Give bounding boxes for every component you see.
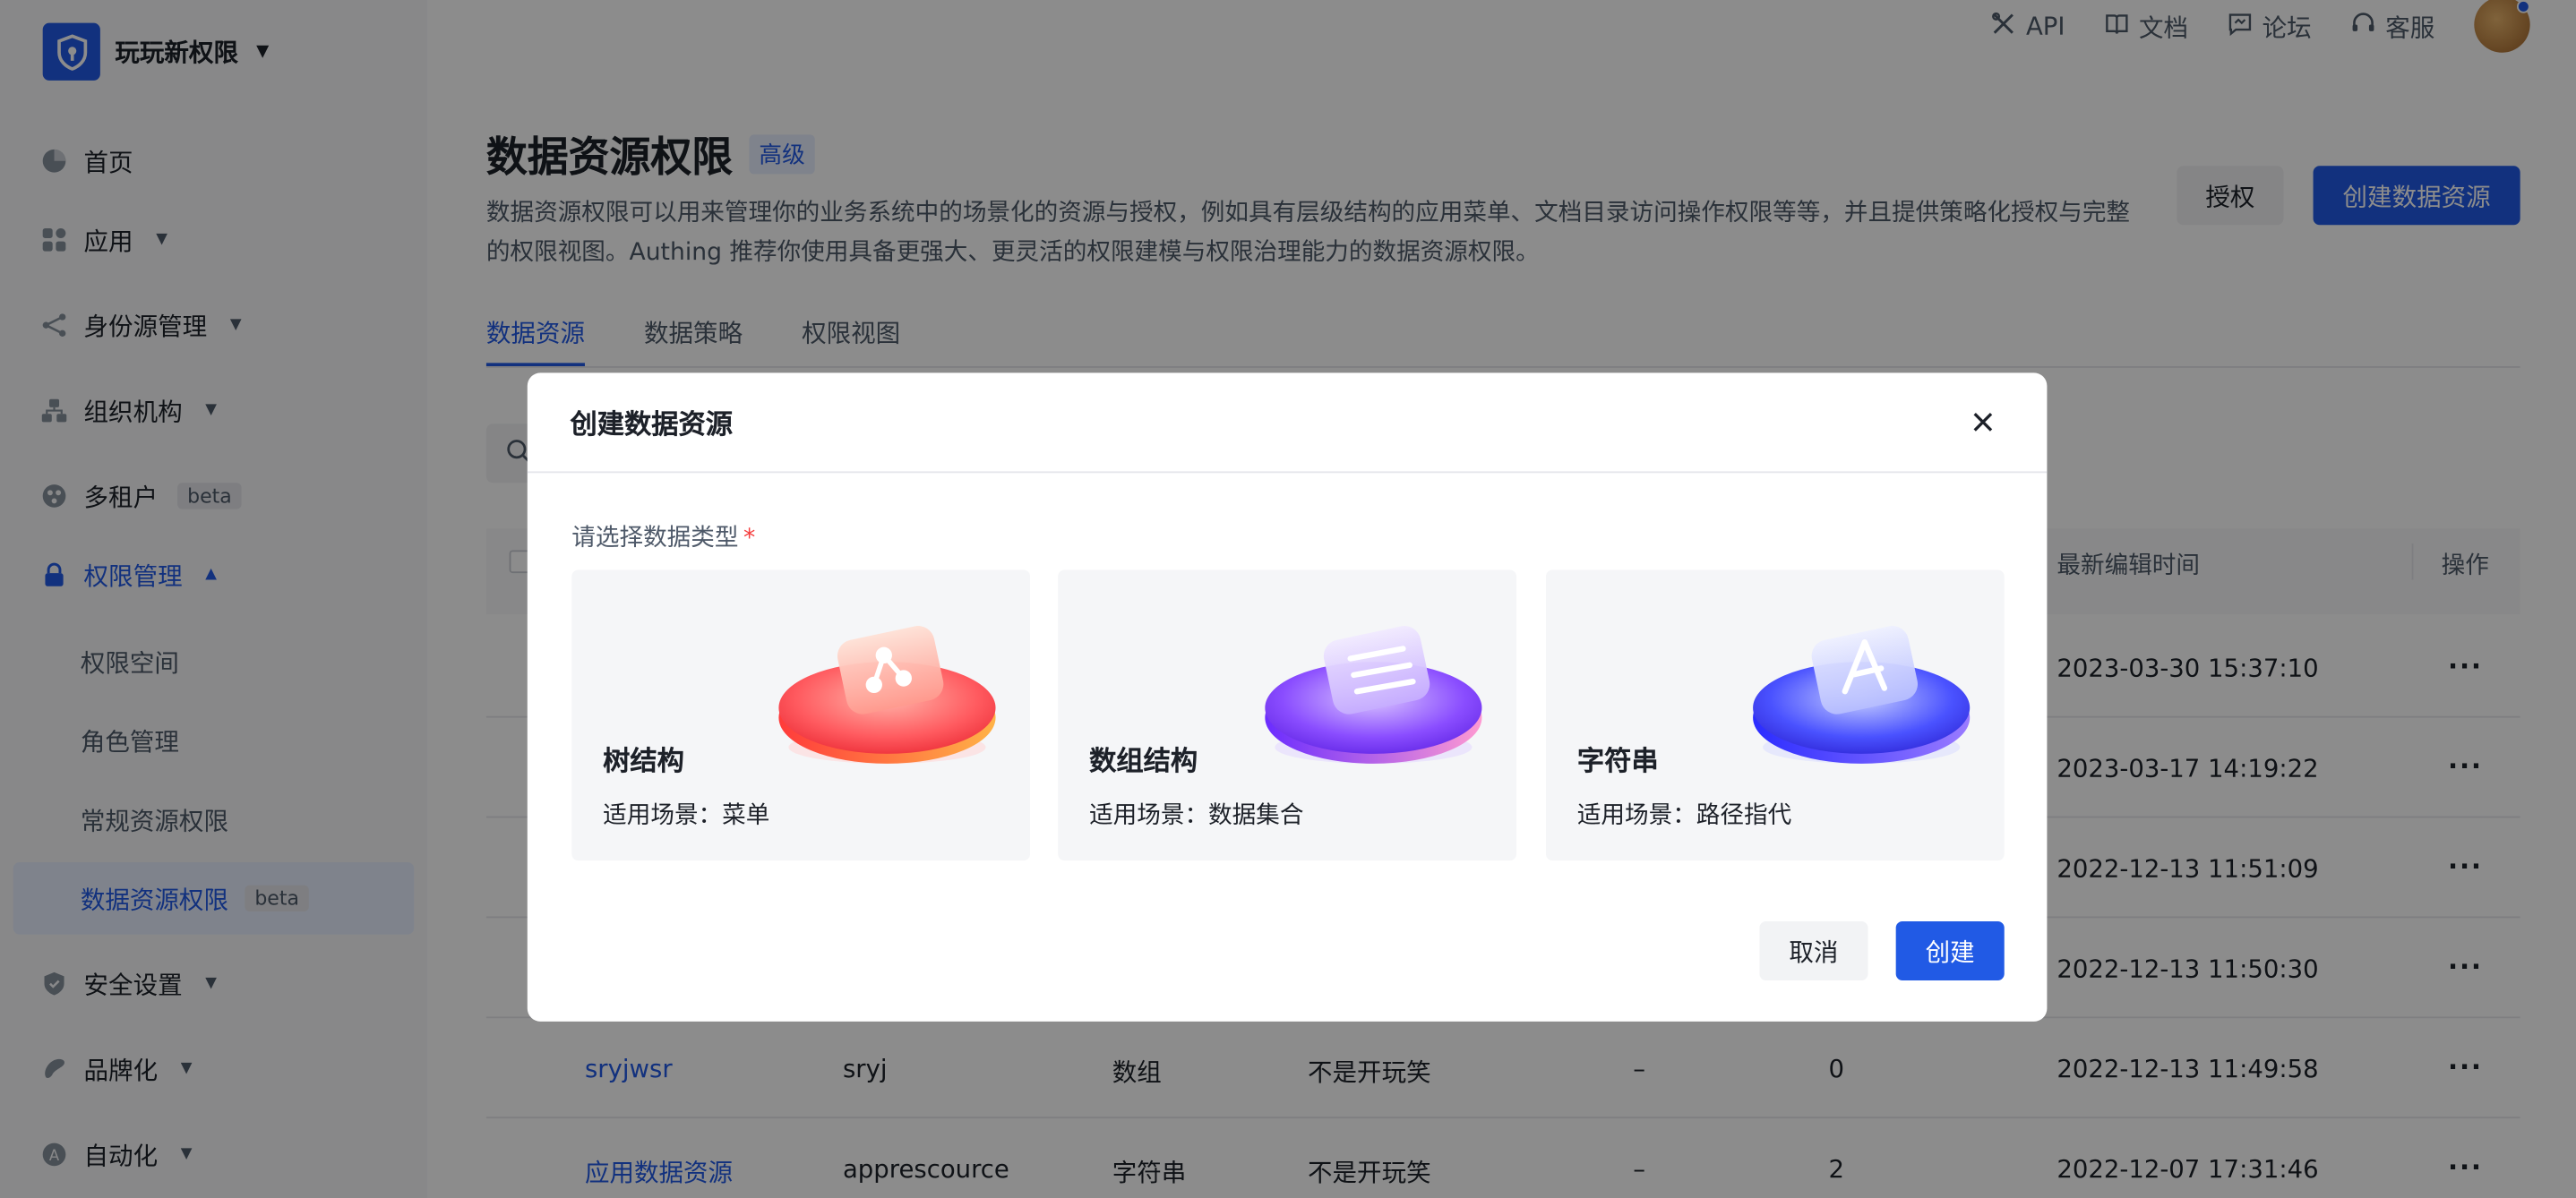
close-icon[interactable] [1967, 406, 2000, 439]
card-title: 数组结构 [1089, 745, 1198, 777]
required-mark: * [743, 525, 756, 552]
card-subtitle: 适用场景：数据集合 [1089, 802, 1304, 830]
card-subtitle: 适用场景：菜单 [603, 802, 770, 830]
type-card-tree[interactable]: 树结构 适用场景：菜单 [571, 569, 1031, 861]
create-button[interactable]: 创建 [1895, 920, 2005, 981]
cancel-button[interactable]: 取消 [1759, 920, 1868, 981]
dialog-title: 创建数据资源 [570, 408, 734, 441]
type-card-array[interactable]: 数组结构 适用场景：数据集合 [1058, 569, 1516, 861]
data-type-label: 请选择数据类型 * [571, 519, 755, 554]
type-card-string[interactable]: 字符串 适用场景：路径指代 [1545, 569, 2005, 861]
tree-structure-icon [778, 626, 996, 764]
string-icon [1753, 626, 1971, 764]
dialog-divider [527, 471, 2048, 474]
array-structure-icon [1265, 626, 1482, 764]
data-type-label-text: 请选择数据类型 [571, 525, 739, 552]
card-title: 树结构 [603, 745, 684, 777]
create-data-resource-dialog: 创建数据资源 请选择数据类型 * 树结构 适用场景：菜单 数组结构 适用场景：数… [527, 372, 2048, 1022]
card-title: 字符串 [1576, 745, 1659, 777]
card-subtitle: 适用场景：路径指代 [1576, 802, 1792, 830]
